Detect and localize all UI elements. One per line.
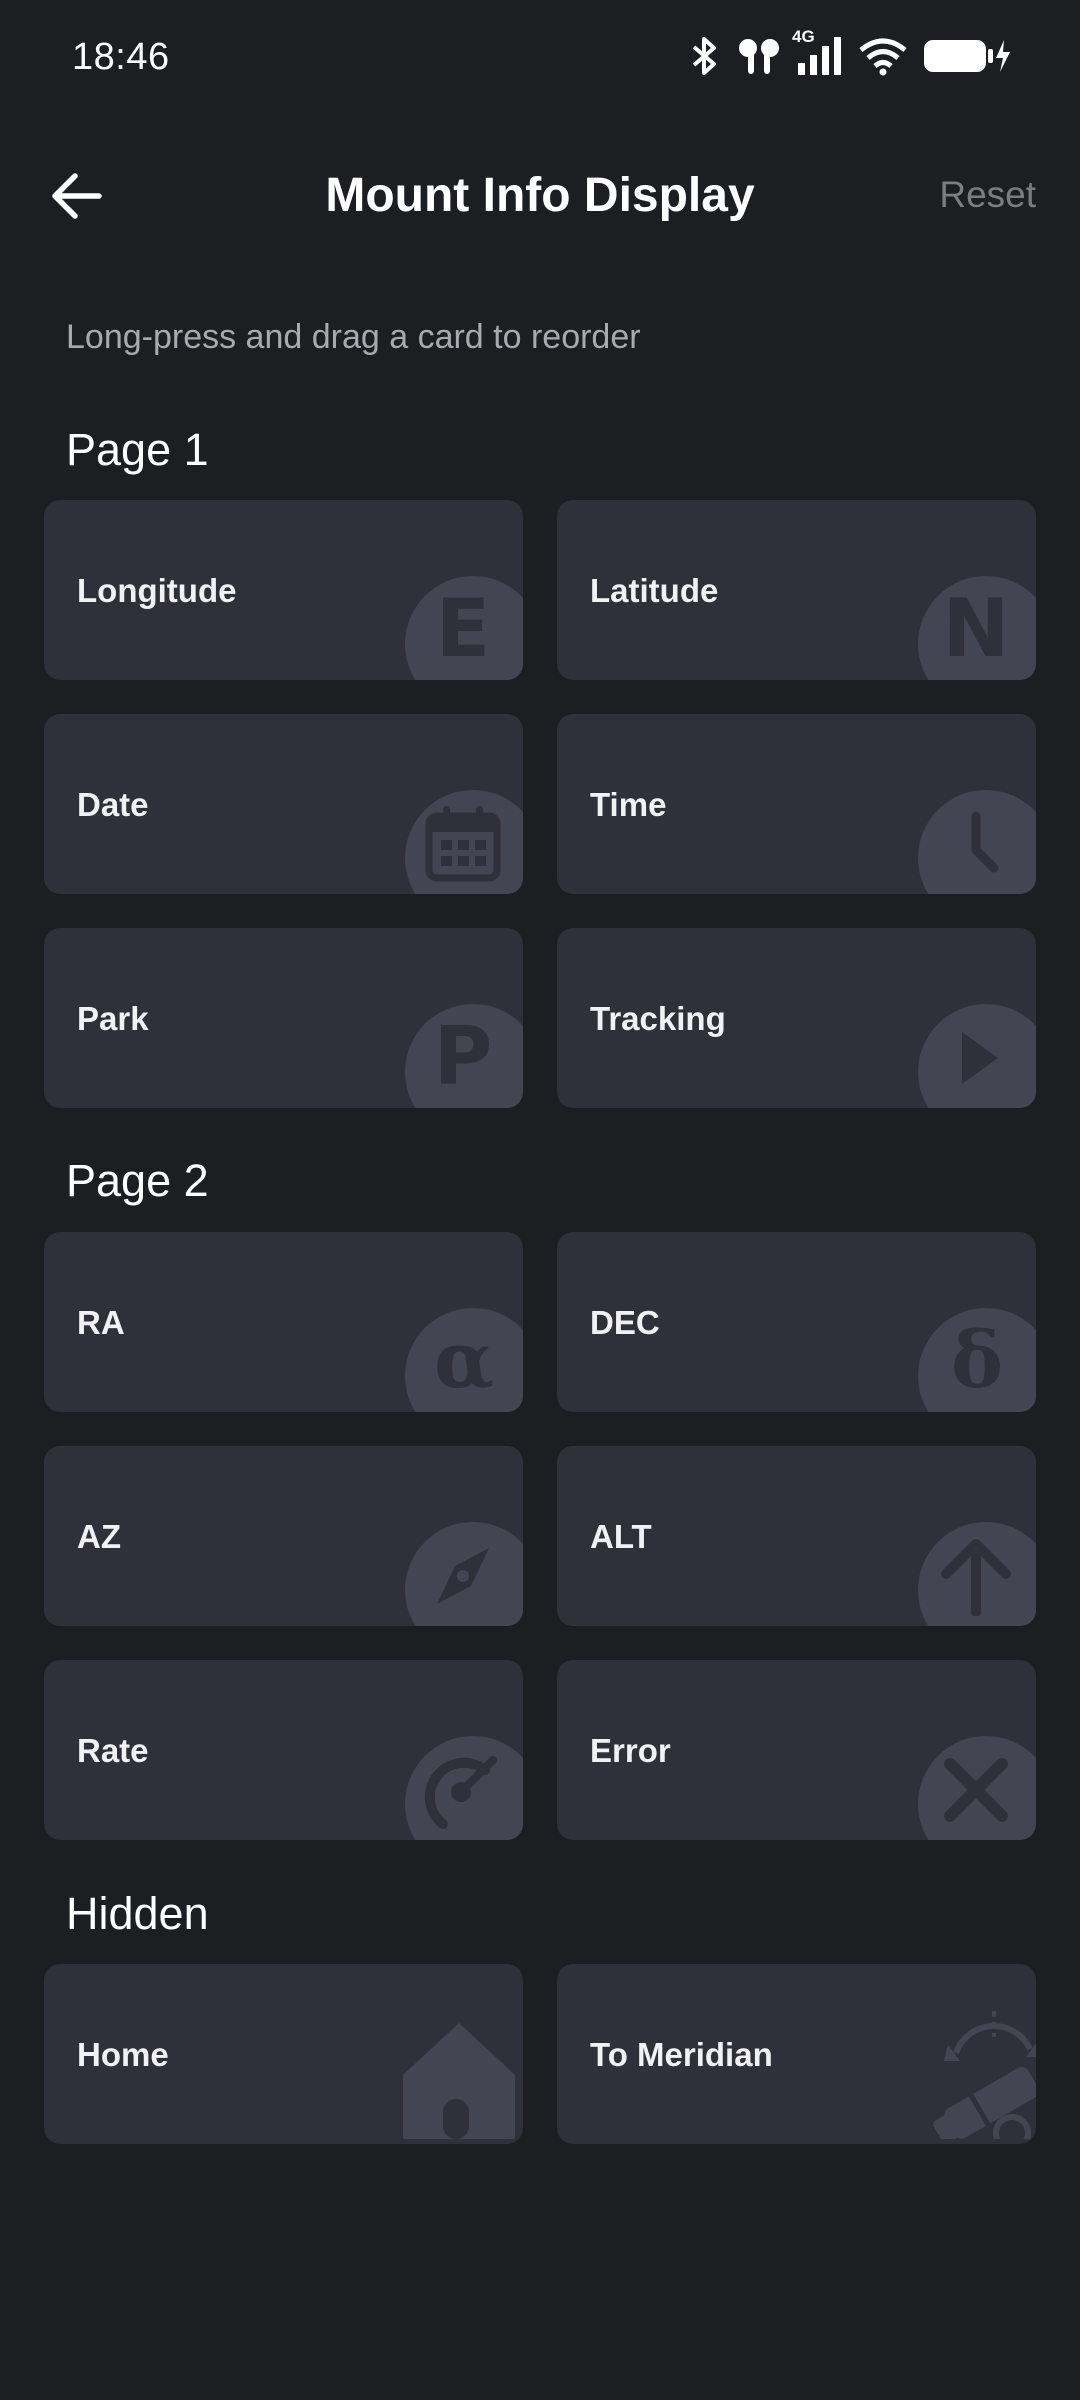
card-rate[interactable]: Rate: [44, 1660, 523, 1840]
status-icons: 4G: [688, 27, 1014, 78]
card-to-meridian[interactable]: To Meridian: [557, 1964, 1036, 2144]
reorder-hint: Long-press and drag a card to reorder: [66, 318, 641, 356]
earbuds-icon: [736, 36, 782, 76]
card-label: AZ: [77, 1518, 121, 1555]
card-label: Date: [77, 786, 149, 823]
page-title: Mount Info Display: [325, 169, 755, 222]
section-title-hidden: Hidden: [66, 1888, 209, 1939]
reset-button[interactable]: Reset: [939, 174, 1036, 216]
delta-icon: δ: [918, 1308, 1036, 1412]
card-label: Longitude: [77, 572, 237, 609]
card-label: Tracking: [590, 1000, 726, 1037]
park-letter-icon: P: [405, 1004, 523, 1108]
east-letter-icon: E: [405, 576, 523, 680]
cellular-4g-icon: 4G: [792, 27, 844, 77]
status-time: 18:46: [72, 36, 170, 78]
section-title-page-1: Page 1: [66, 424, 209, 475]
card-grid-page-2: RA α DEC δ AZ ALT Rate Error: [44, 1232, 1036, 1840]
card-label: To Meridian: [590, 2036, 773, 2073]
card-ra[interactable]: RA α: [44, 1232, 523, 1412]
card-label: Park: [77, 1000, 149, 1037]
card-dec[interactable]: DEC δ: [557, 1232, 1036, 1412]
card-label: Error: [590, 1732, 671, 1769]
home-icon: [403, 2023, 523, 2144]
bluetooth-icon: [688, 36, 722, 76]
card-tracking[interactable]: Tracking: [557, 928, 1036, 1108]
card-grid-page-1: Longitude E Latitude N Date Time Park P …: [44, 500, 1036, 1108]
calendar-icon: [405, 790, 523, 894]
card-label: DEC: [590, 1304, 660, 1341]
card-label: Time: [590, 786, 667, 823]
card-alt[interactable]: ALT: [557, 1446, 1036, 1626]
status-bar: 18:46 4G: [0, 0, 1080, 120]
arrow-up-icon: [918, 1522, 1036, 1626]
card-label: ALT: [590, 1518, 652, 1555]
card-park[interactable]: Park P: [44, 928, 523, 1108]
card-home[interactable]: Home: [44, 1964, 523, 2144]
north-letter-icon: N: [918, 576, 1036, 680]
card-label: Latitude: [590, 572, 719, 609]
clock-icon: [918, 790, 1036, 894]
card-longitude[interactable]: Longitude E: [44, 500, 523, 680]
card-time[interactable]: Time: [557, 714, 1036, 894]
card-error[interactable]: Error: [557, 1660, 1036, 1840]
section-title-page-2: Page 2: [66, 1155, 209, 1206]
app-bar: Mount Info Display Reset: [0, 150, 1080, 246]
network-type-label: 4G: [792, 27, 815, 46]
compass-icon: [405, 1522, 523, 1626]
card-az[interactable]: AZ: [44, 1446, 523, 1626]
gauge-icon: [405, 1736, 523, 1840]
card-latitude[interactable]: Latitude N: [557, 500, 1036, 680]
battery-charging-icon: [922, 36, 1014, 76]
close-icon: [918, 1736, 1036, 1840]
card-label: Home: [77, 2036, 169, 2073]
card-label: Rate: [77, 1732, 149, 1769]
alpha-icon: α: [405, 1308, 523, 1412]
telescope-flip-icon: [926, 2009, 1036, 2144]
play-icon: [918, 1004, 1036, 1108]
wifi-icon: [858, 36, 908, 76]
card-date[interactable]: Date: [44, 714, 523, 894]
card-grid-hidden: Home To Meridian: [44, 1964, 1036, 2144]
card-label: RA: [77, 1304, 125, 1341]
